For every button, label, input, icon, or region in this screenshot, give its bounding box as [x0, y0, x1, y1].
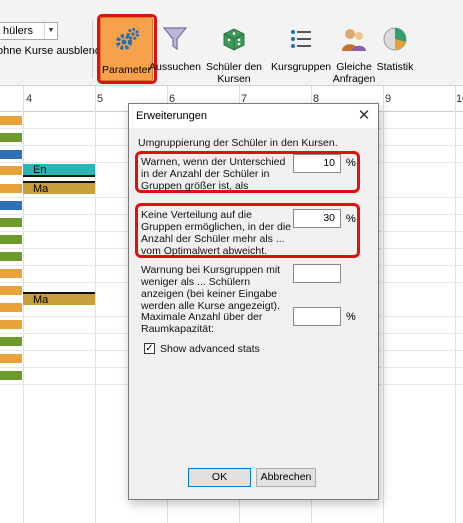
row-strip [0, 371, 22, 380]
people-icon [340, 25, 368, 56]
row3-label: Warnung bei Kursgruppen mit weniger als … [141, 264, 281, 312]
row-strip [0, 133, 22, 142]
sort-combo-value: hülers [3, 25, 33, 37]
row2-unit: % [346, 213, 356, 225]
row-strip [0, 303, 22, 312]
dialog-titlebar: Erweiterungen ✕ [129, 104, 378, 128]
row1-label: Warnen, wenn der Unterschied in der Anza… [141, 156, 286, 192]
row-strip [0, 354, 22, 363]
assign-students-button[interactable]: Schüler den Kursen zuordnen [196, 17, 272, 97]
extensions-dialog: Erweiterungen ✕ Umgruppierung der Schüle… [128, 103, 379, 500]
kursgruppen-button-label: Kursgruppen [271, 61, 332, 73]
row-strip [0, 269, 22, 278]
dice-icon [220, 25, 248, 56]
statistik-button-label: Statistik [376, 61, 414, 73]
row4-unit: % [346, 311, 356, 323]
row-strip [0, 201, 22, 210]
column-header: 9 [385, 93, 392, 105]
dialog-title: Erweiterungen [136, 110, 207, 122]
course-bar[interactable]: Ma [23, 181, 95, 195]
advanced-stats-checkbox[interactable]: ✓ [144, 343, 155, 354]
row2-label: Keine Verteilung auf die Gruppen ermögli… [141, 209, 292, 257]
grid-divider [383, 86, 384, 523]
aussuchen-button[interactable]: Aussuchen [148, 17, 202, 81]
row-strip [0, 218, 22, 227]
dialog-intro: Umgruppierung der Schüler in den Kursen. [138, 137, 338, 149]
row4-input[interactable] [293, 307, 341, 326]
ribbon-separator [92, 20, 93, 78]
grid-divider [455, 86, 456, 523]
list-icon [287, 25, 315, 56]
gleiche-anfragen-button-label: Gleiche Anfragen [332, 61, 376, 85]
ok-button[interactable]: OK [188, 468, 251, 487]
row-strip [0, 337, 22, 346]
cancel-button[interactable]: Abbrechen [256, 468, 316, 487]
kursgruppen-button[interactable]: Kursgruppen [271, 17, 331, 81]
row-strip [0, 320, 22, 329]
course-bar[interactable]: Ma [23, 292, 95, 306]
funnel-icon [162, 25, 188, 56]
row-strip [0, 150, 22, 159]
row-strip [0, 235, 22, 244]
column-header: 10 [456, 93, 463, 105]
pie-chart-icon [381, 25, 409, 56]
course-bar[interactable]: En [23, 164, 95, 177]
advanced-stats-label: Show advanced stats [160, 343, 260, 355]
aussuchen-button-label: Aussuchen [149, 61, 201, 73]
row-strip [0, 116, 22, 125]
row3-input[interactable] [293, 264, 341, 283]
row-strip [0, 252, 22, 261]
close-icon[interactable]: ✕ [355, 106, 373, 124]
sort-combo[interactable]: hülers ▼ [0, 22, 58, 40]
row1-input[interactable]: 10 [293, 154, 341, 173]
gleiche-anfragen-button[interactable]: Gleiche Anfragen [328, 17, 380, 85]
column-header: 5 [97, 93, 104, 105]
row-strip [0, 166, 22, 175]
row-strip [0, 286, 22, 295]
chevron-down-icon[interactable]: ▼ [44, 23, 57, 39]
grid-divider [95, 86, 96, 523]
row-strip [0, 184, 22, 193]
statistik-button[interactable]: Statistik [374, 17, 416, 81]
row2-input[interactable]: 30 [293, 209, 341, 228]
column-header: 4 [26, 93, 33, 105]
row4-label: Maximale Anzahl über der Raumkapazität: [141, 311, 263, 335]
row1-unit: % [346, 157, 356, 169]
